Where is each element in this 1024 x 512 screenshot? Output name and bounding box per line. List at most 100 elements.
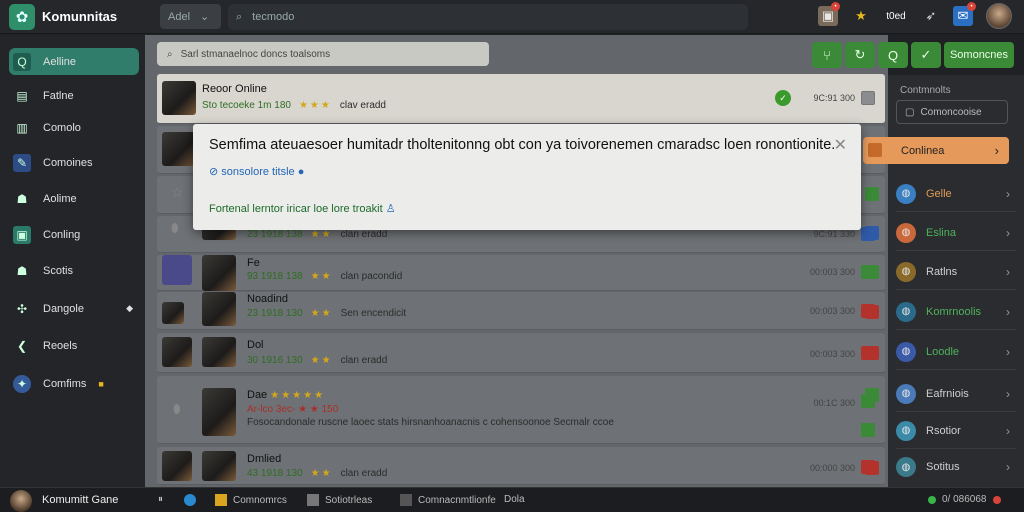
list-item[interactable]: Noadind 23 1918 130 ★★ Sen encendicit 00… (157, 292, 885, 330)
status-square (865, 265, 879, 279)
panel-item-label: Loodle (926, 345, 960, 358)
list-item[interactable]: Fe 93 1918 138 ★★ clan pacondid 00:003 3… (157, 255, 885, 291)
sidebar-item-aolime[interactable]: ☗ Aolime (9, 185, 139, 212)
item-meta-text: 93 1918 138 (247, 271, 303, 282)
globe-icon: ◍ (896, 383, 916, 404)
messages-badge: • (967, 2, 976, 11)
chevron-right-icon: › (1006, 264, 1010, 279)
bottom-item[interactable]: Sotiotrleas (307, 494, 372, 506)
item-checkbox-2[interactable] (861, 423, 875, 437)
add-dropdown-button[interactable]: Adel ⌄ (160, 4, 221, 29)
chevron-down-icon: ⌄ (200, 11, 210, 23)
panel-item[interactable]: ◍ Sotitus › (896, 449, 1016, 485)
bottom-item[interactable]: Dola (504, 494, 525, 505)
item-thumbnail-2 (202, 255, 236, 291)
refresh-icon: ↻ (854, 47, 866, 62)
pin-icon: ⬮ (171, 221, 179, 235)
top-bar: ✿ Komunnitas Adel ⌄ ⌕ tecmodo ▣ • ★ t0ed… (0, 0, 1024, 34)
sidebar-item-label: Comoines (43, 156, 93, 169)
user-icon: ♙ (385, 203, 396, 215)
branch-button[interactable]: ⑂ (812, 42, 842, 68)
panel-item[interactable]: ◍ Eafrniois › (896, 376, 1016, 412)
user-avatar[interactable] (986, 3, 1012, 29)
list-item[interactable]: Reoor Online Sto tecoeke 1m 180 ★★★ clav… (157, 74, 885, 124)
star-icon[interactable]: ★ (851, 6, 871, 26)
item-time: 00:1C 300 (813, 398, 855, 408)
globe-icon: ✦ (13, 374, 31, 393)
globe-icon: ◍ (896, 341, 916, 362)
list-item[interactable]: Dol 30 1916 130 ★★ clan eradd 00:003 300 (157, 333, 885, 373)
item-time: 00:000 300 (809, 463, 855, 473)
bottom-item[interactable]: Comnomrcs (215, 494, 287, 506)
status-square (865, 305, 879, 319)
panel-item-label: Eslina (926, 226, 956, 239)
sidebar-item-scotis[interactable]: ☗ Scotis (9, 257, 139, 284)
panel-item[interactable]: ◍ Loodle › (896, 334, 1016, 370)
panel-item-label: Eafrniois (926, 387, 969, 400)
sidebar-item-label: Comfims (43, 377, 87, 390)
panel-item[interactable]: ◍ Gelle › (896, 176, 1016, 212)
item-thumbnail (162, 255, 192, 285)
item-extra: clan eradd (340, 355, 388, 366)
item-checkbox[interactable] (861, 91, 875, 105)
item-meta-text: 30 1916 130 (247, 355, 303, 366)
sidebar-item-conling[interactable]: ▣ Conling (9, 221, 139, 248)
box-icon (307, 494, 319, 506)
panel-item[interactable]: ◍ Rsotior › (896, 413, 1016, 449)
status-square (865, 226, 879, 240)
sidebar-item-reoels[interactable]: ❮ Reoels (9, 332, 139, 359)
list-item[interactable]: Dmlied 43 1918 130 ★★ clan eradd 00:000 … (157, 447, 885, 485)
globe-icon: ◍ (896, 420, 916, 441)
bottom-item[interactable]: Comnacnmtlionfe (400, 494, 496, 506)
panel-title: Contmnolts (900, 85, 951, 96)
item-thumbnail (162, 132, 196, 166)
rating-stars: ★★★★★ (270, 390, 326, 401)
bottom-item[interactable] (184, 494, 196, 506)
sidebar-item-fatlne[interactable]: ▤ Fatlne (9, 82, 139, 109)
panel-item[interactable]: ◍ Eslina › (896, 215, 1016, 251)
rocket-icon[interactable]: ➶ (921, 6, 941, 26)
panel-item[interactable]: ◍ Ratlns › (896, 254, 1016, 290)
counter-text: 0/ 086068 (942, 494, 987, 505)
user-avatar[interactable] (10, 490, 32, 512)
action-button[interactable]: Somoncnes (944, 42, 1014, 68)
item-thumbnail (162, 302, 184, 324)
sidebar-item-comoines[interactable]: ✎ Comoines (9, 149, 139, 176)
globe-icon: ◍ (896, 261, 916, 282)
refresh-button[interactable]: ↻ (845, 42, 875, 68)
item-meta: 23 1918 138 ★★ clan eradd (247, 229, 387, 240)
panel-input[interactable]: ▢ Comoncooise (896, 100, 1008, 124)
item-thumbnail (202, 388, 236, 436)
status-square (865, 187, 879, 201)
sidebar-item-aelline[interactable]: Q Aelline (9, 48, 139, 75)
app-title: Komunnitas (42, 9, 118, 24)
panel-item-label: Gelle (926, 187, 952, 200)
chevron-right-icon: › (1006, 460, 1010, 474)
search-input[interactable]: ⌕ tecmodo (228, 4, 748, 30)
globe-icon (184, 494, 196, 506)
item-time: 00:003 300 (809, 306, 855, 316)
folder-icon (215, 494, 227, 506)
filter-input[interactable]: ⌕ Sarl stmanaelnoc doncs toalsoms (157, 42, 489, 66)
close-icon[interactable]: ✕ (834, 135, 847, 155)
back-icon: ❮ (16, 338, 28, 353)
list-item[interactable]: ⬮ Dae ★★★★★ Ar-lco 3ec- ★ ★ 150 Fosocand… (157, 376, 885, 444)
dialog-link[interactable]: ⊘ sonsolore titsle ● (209, 165, 304, 178)
search-button[interactable]: Q (878, 42, 908, 68)
bottom-item-label: Sotiotrleas (325, 494, 373, 506)
globe-icon: ◍ (896, 183, 916, 204)
item-meta-text: 23 1918 130 (247, 308, 303, 319)
notification-badge: • (831, 2, 840, 11)
selected-panel-item[interactable]: Conlinea › (863, 137, 1009, 164)
item-thumbnail-2 (202, 451, 236, 481)
notification-dialog: Semfima ateuaesoer humitadr tholtenitonn… (193, 124, 861, 230)
sidebar-item-comfims[interactable]: ✦ Comfims ■ (9, 370, 139, 397)
sidebar-item-dangole[interactable]: ✣ Dangole ◆ (9, 295, 139, 322)
check-button[interactable]: ✓ (911, 42, 941, 68)
panel-item[interactable]: ◍ Komrnoolis › (896, 294, 1016, 330)
pause-icon[interactable]: ⏸ (158, 494, 163, 505)
selected-label: Conlinea (901, 144, 945, 157)
app-logo-icon[interactable]: ✿ (9, 4, 35, 30)
sidebar-item-comolo[interactable]: ▥ Comolo (9, 114, 139, 141)
branch-icon: ⑂ (823, 47, 831, 63)
